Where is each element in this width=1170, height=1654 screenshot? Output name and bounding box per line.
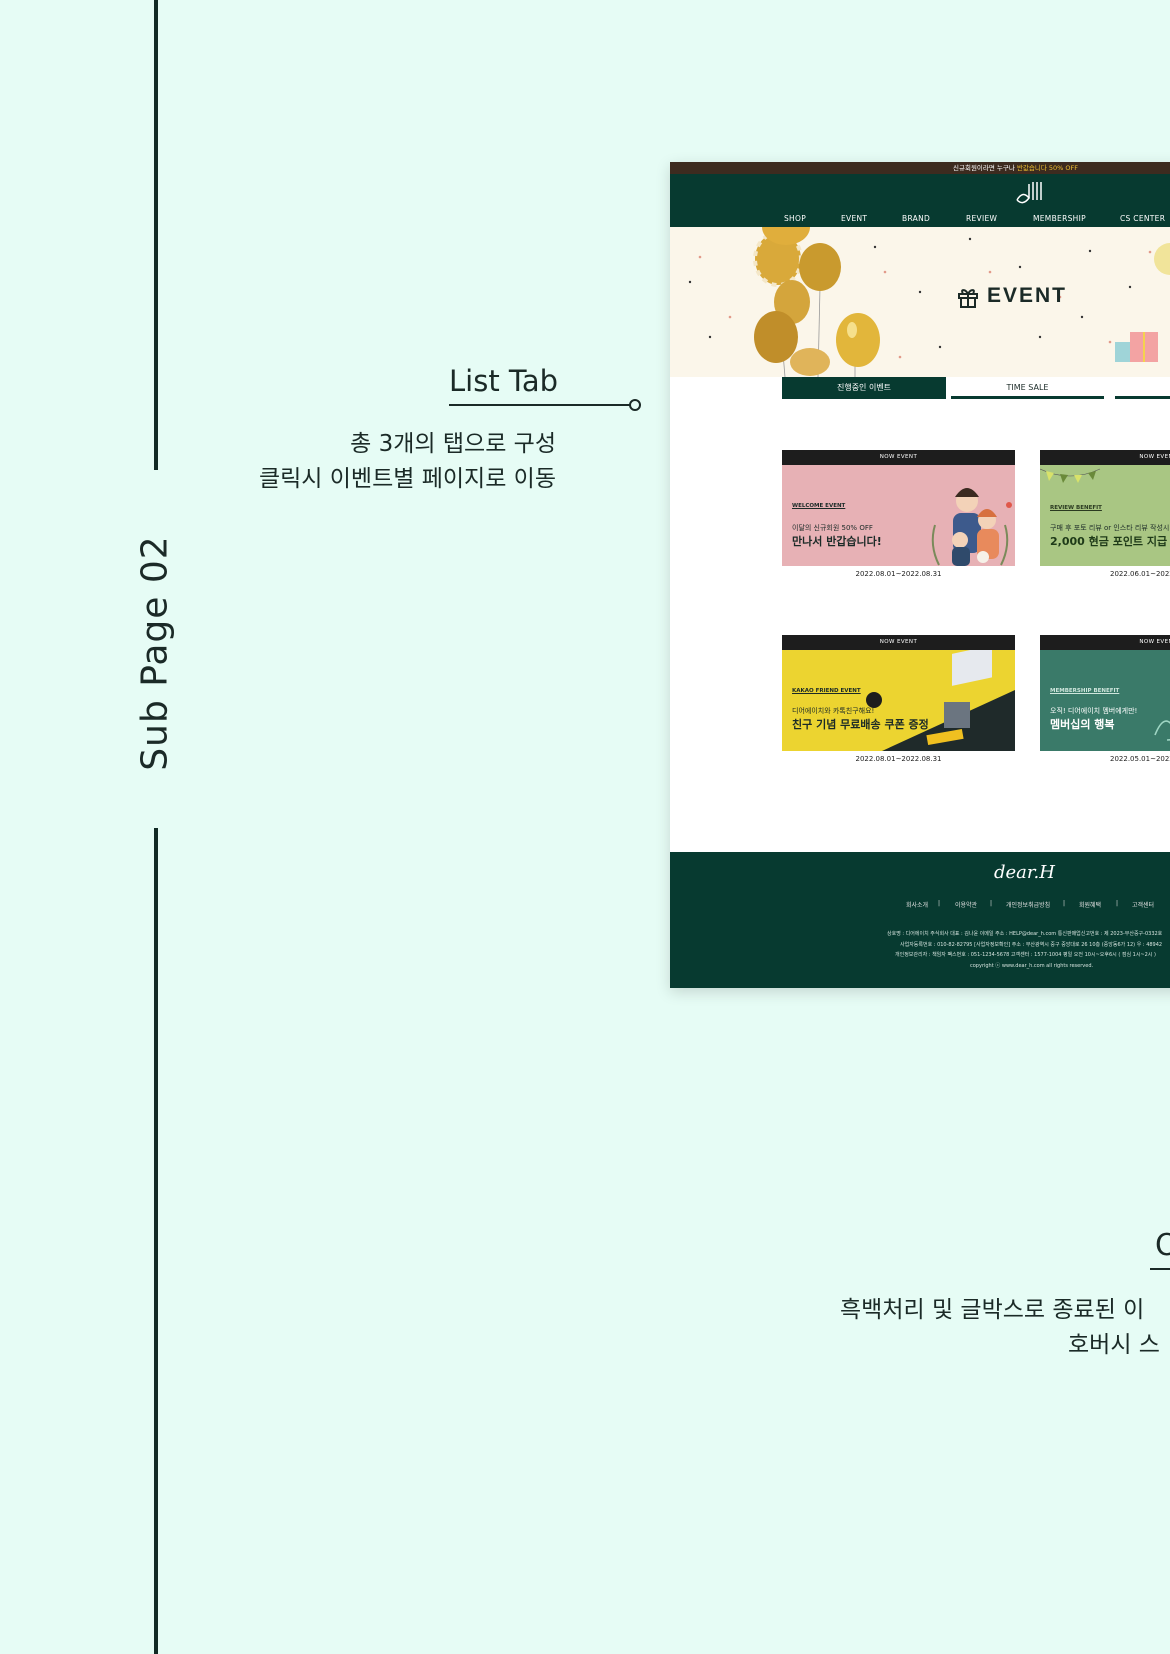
event-card[interactable]: NOW EVENT WELCOME EVENT 이달의 신규회원 50% OFF… bbox=[782, 450, 1015, 578]
card-headline: 2,000 현금 포인트 지급 bbox=[1050, 535, 1168, 548]
nav-shop[interactable]: SHOP bbox=[784, 214, 806, 223]
gift-icon bbox=[958, 289, 978, 308]
footer-divider: | bbox=[938, 900, 941, 907]
website-mockup: 신규회원이라면 누구나 반값습니다 50% OFF SHOP EVENT BRA… bbox=[670, 162, 1170, 988]
card-date: 2022.08.01~2022.08.31 bbox=[855, 570, 942, 578]
promo-text: 신규회원이라면 누구나 bbox=[953, 164, 1017, 172]
card-badge: NOW EVENT bbox=[782, 450, 1015, 465]
footer-divider: | bbox=[990, 900, 993, 907]
annotation-pointer-dot bbox=[629, 399, 641, 411]
annotation-description: 총 3개의 탭으로 구성 클릭시 이벤트별 페이지로 이동 bbox=[259, 427, 556, 497]
footer-link-privacy[interactable]: 개인정보취급방침 bbox=[1006, 900, 1050, 909]
nav-cs-center[interactable]: CS CENTER bbox=[1120, 214, 1165, 223]
card-line1: 디어에이치와 카톡친구해요! bbox=[792, 707, 875, 715]
footer-divider: | bbox=[1063, 900, 1066, 907]
nav-review[interactable]: REVIEW bbox=[966, 214, 997, 223]
promo-highlight: 반값습니다 50% OFF bbox=[1016, 164, 1079, 172]
annotation-desc-line: 총 3개의 탭으로 구성 bbox=[350, 431, 556, 457]
hero-decoration bbox=[688, 227, 1170, 377]
annotation-title: List Tab bbox=[449, 364, 559, 398]
footer-link-cs[interactable]: 고객센터 bbox=[1132, 900, 1154, 909]
annotation-pointer-line bbox=[1150, 1268, 1170, 1270]
nav-membership[interactable]: MEMBERSHIP bbox=[1033, 214, 1086, 223]
card-headline: 멤버십의 행복 bbox=[1050, 718, 1115, 731]
nav-event[interactable]: EVENT bbox=[841, 214, 867, 223]
site-logo[interactable] bbox=[1011, 180, 1051, 216]
nav-brand[interactable]: BRAND bbox=[902, 214, 930, 223]
card-badge: NOW EVEN bbox=[1040, 450, 1170, 465]
card-line1: 오직! 디어에이치 멤버에게만! bbox=[1050, 707, 1138, 715]
annotation-title-cropped: O bbox=[1155, 1228, 1170, 1263]
event-card[interactable]: NOW EVEN MEMBERSHIP BENEFIT 오직! 디어에이치 멤버… bbox=[1040, 635, 1170, 763]
card-image: MEMBERSHIP BENEFIT 오직! 디어에이치 멤버에게만! 멤버십의… bbox=[1040, 650, 1170, 751]
delivery-truck-illustration bbox=[866, 650, 1015, 751]
timeline-rail-top bbox=[154, 0, 158, 470]
card-subtitle: MEMBERSHIP BENEFIT bbox=[1050, 688, 1120, 694]
card-date: 2022.06.01~2022.0 bbox=[1110, 570, 1170, 578]
family-illustration bbox=[931, 488, 1012, 566]
tab-ongoing-events[interactable]: 진행중인 이벤트 bbox=[782, 377, 946, 399]
logo-mark-icon bbox=[1016, 182, 1042, 204]
event-tabs: 진행중인 이벤트 TIME SALE 종 bbox=[670, 377, 1170, 401]
tab-ended-events[interactable]: 종 bbox=[1115, 377, 1170, 399]
card-date: 2022.08.01~2022.08.31 bbox=[855, 755, 942, 763]
card-badge: NOW EVEN bbox=[1040, 635, 1170, 650]
section-label: Sub Page 02 bbox=[134, 535, 176, 771]
card-image: WELCOME EVENT 이달의 신규회원 50% OFF 만나서 반갑습니다… bbox=[782, 465, 1015, 566]
footer-link-benefits[interactable]: 회원혜택 bbox=[1079, 900, 1101, 909]
event-card[interactable]: NOW EVEN REVIEW BENEFIT 구매 후 포토 리뷰 or 인스… bbox=[1040, 450, 1170, 578]
footer-link-terms[interactable]: 이용약관 bbox=[955, 900, 977, 909]
annotation-desc-line: 호버시 스 bbox=[1068, 1332, 1160, 1358]
card-image: REVIEW BENEFIT 구매 후 포토 리뷰 or 인스타 리뷰 작성시 … bbox=[1040, 465, 1170, 566]
bunting-decoration bbox=[1040, 468, 1101, 483]
footer-divider: | bbox=[1116, 900, 1119, 907]
annotation-desc-line: 흑백처리 및 글박스로 종료된 이 bbox=[840, 1297, 1145, 1323]
card-headline: 친구 기념 무료배송 쿠폰 증정 bbox=[792, 718, 929, 731]
card-headline: 만나서 반갑습니다! bbox=[792, 535, 882, 548]
footer-copyright: copyright ⓒ www.dear_h.com all rights re… bbox=[970, 963, 1094, 969]
tab-time-sale[interactable]: TIME SALE bbox=[951, 377, 1104, 399]
card-date: 2022.05.01~2022. bbox=[1110, 755, 1170, 763]
site-footer: dear.H 회사소개 | 이용약관 | 개인정보취급방침 | 회원혜택 | 고… bbox=[670, 852, 1170, 988]
annotation-pointer-line bbox=[449, 404, 632, 406]
card-subtitle: REVIEW BENEFIT bbox=[1050, 505, 1102, 511]
footer-info: 개인정보관리자 : 책임자 팩스번호 : 051-1234-5678 고객센터 … bbox=[895, 952, 1156, 958]
ribbon-decoration bbox=[1154, 720, 1170, 741]
annotation-desc-line: 클릭시 이벤트별 페이지로 이동 bbox=[258, 466, 556, 492]
footer-logo[interactable]: dear.H bbox=[994, 862, 1055, 883]
card-line1: 구매 후 포토 리뷰 or 인스타 리뷰 작성시 bbox=[1050, 524, 1170, 532]
site-header: SHOP EVENT BRAND REVIEW MEMBERSHIP CS CE… bbox=[670, 174, 1170, 227]
footer-link-about[interactable]: 회사소개 bbox=[906, 900, 928, 909]
card-badge: NOW EVENT bbox=[782, 635, 1015, 650]
event-card[interactable]: NOW EVENT KAKAO FRIEND EVENT 디어에이치와 카톡친구… bbox=[782, 635, 1015, 763]
card-line1: 이달의 신규회원 50% OFF bbox=[792, 524, 873, 532]
footer-info: 상호명 : 디어에이치 주식회사 대표 : 김나윤 이메일 주소 : HELP@… bbox=[887, 931, 1163, 937]
card-subtitle: KAKAO FRIEND EVENT bbox=[792, 688, 861, 694]
card-subtitle: WELCOME EVENT bbox=[792, 503, 846, 509]
hero-title: EVENT bbox=[987, 284, 1068, 307]
footer-info: 사업자등록번호 : 010-82-82795 [사업자정보확인] 주소 : 부산… bbox=[900, 942, 1163, 948]
promo-topbar: 신규회원이라면 누구나 반값습니다 50% OFF bbox=[670, 162, 1170, 174]
event-hero-banner: EVENT bbox=[670, 227, 1170, 377]
timeline-rail-bottom bbox=[154, 828, 158, 1654]
card-image: KAKAO FRIEND EVENT 디어에이치와 카톡친구해요! 친구 기념 … bbox=[782, 650, 1015, 751]
